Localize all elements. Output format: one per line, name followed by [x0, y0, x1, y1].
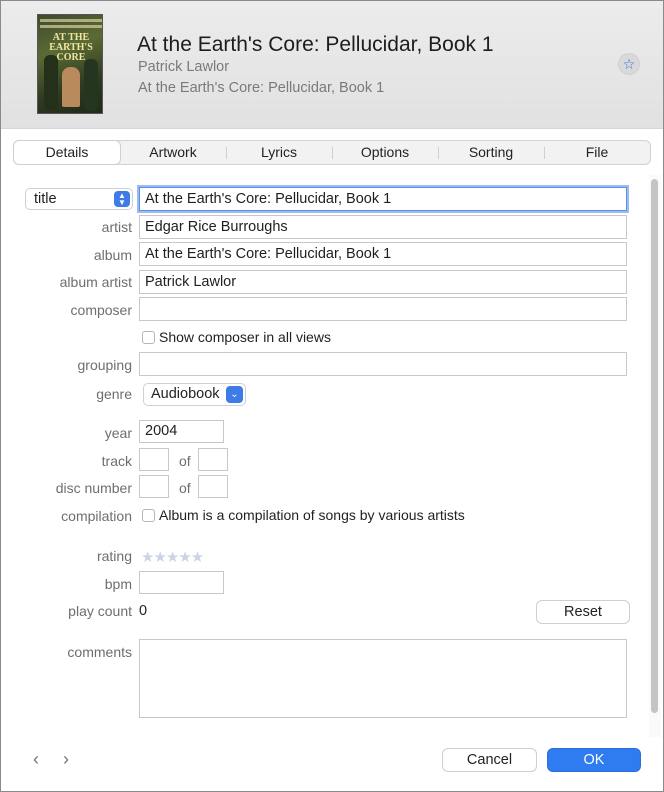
track-album: At the Earth's Core: Pellucidar, Book 1: [138, 80, 385, 96]
year-label: year: [104, 425, 132, 441]
info-header: AT THE EARTH'S CORE At the Earth's Core:…: [1, 1, 663, 129]
tab-artwork[interactable]: Artwork: [120, 141, 226, 164]
compilation-label: compilation: [61, 508, 132, 524]
album-label: album: [93, 247, 132, 263]
genre-value: Audiobook: [151, 386, 220, 402]
genre-select[interactable]: Audiobook ⌄: [143, 383, 246, 406]
tab-details[interactable]: Details: [14, 141, 120, 164]
compilation-text: Album is a compilation of songs by vario…: [159, 507, 465, 523]
track-number-field[interactable]: [139, 448, 169, 471]
field-name-select[interactable]: title ▲ ▼: [25, 188, 133, 210]
tab-sorting[interactable]: Sorting: [438, 141, 544, 164]
next-icon[interactable]: ›: [63, 749, 69, 770]
composer-field[interactable]: [139, 297, 627, 321]
title-field[interactable]: At the Earth's Core: Pellucidar, Book 1: [139, 187, 627, 211]
tab-bar: Details Artwork Lyrics Options Sorting F…: [13, 140, 651, 165]
artist-field[interactable]: Edgar Rice Burroughs: [139, 215, 627, 239]
cover-stripe: [40, 25, 102, 28]
comments-textarea[interactable]: [139, 639, 627, 718]
compilation-checkbox[interactable]: [142, 509, 155, 522]
up-down-arrows-icon: ▲ ▼: [114, 191, 130, 207]
track-count-field[interactable]: [198, 448, 228, 471]
disc-count-field[interactable]: [198, 475, 228, 498]
rating-label: rating: [96, 548, 132, 564]
disc-number-label: disc number: [55, 480, 132, 496]
track-title: At the Earth's Core: Pellucidar, Book 1: [137, 33, 494, 56]
cover-stripe: [40, 19, 102, 22]
disc-number-field[interactable]: [139, 475, 169, 498]
chevron-down-icon: ⌄: [226, 386, 243, 403]
field-name-select-value: title: [34, 191, 57, 207]
grouping-field[interactable]: [139, 352, 627, 376]
track-of-label: of: [179, 453, 191, 469]
star-icon[interactable]: ☆: [618, 53, 640, 75]
album-artwork: AT THE EARTH'S CORE: [37, 14, 103, 114]
track-label: track: [101, 453, 132, 469]
tab-options[interactable]: Options: [332, 141, 438, 164]
tab-lyrics[interactable]: Lyrics: [226, 141, 332, 164]
previous-icon[interactable]: ‹: [33, 749, 39, 770]
show-composer-label: Show composer in all views: [159, 329, 331, 345]
show-composer-checkbox[interactable]: [142, 331, 155, 344]
rating-stars[interactable]: ★★★★★: [141, 548, 204, 566]
bpm-field[interactable]: [139, 571, 224, 594]
artist-label: artist: [101, 219, 132, 235]
cancel-button[interactable]: Cancel: [442, 748, 537, 772]
get-info-window: AT THE EARTH'S CORE At the Earth's Core:…: [0, 0, 664, 792]
album-artist-field[interactable]: Patrick Lawlor: [139, 270, 627, 294]
cover-figure: [62, 67, 80, 107]
comments-label: comments: [67, 644, 132, 660]
track-artist: Patrick Lawlor: [138, 59, 230, 75]
grouping-label: grouping: [77, 357, 133, 373]
cover-tree: [84, 59, 98, 111]
disc-of-label: of: [179, 480, 191, 496]
composer-label: composer: [70, 302, 132, 318]
tab-file[interactable]: File: [544, 141, 650, 164]
bpm-label: bpm: [104, 576, 132, 592]
album-artist-label: album artist: [59, 274, 132, 290]
year-field[interactable]: 2004: [139, 420, 224, 443]
genre-label: genre: [96, 386, 132, 402]
album-field[interactable]: At the Earth's Core: Pellucidar, Book 1: [139, 242, 627, 266]
reset-button[interactable]: Reset: [536, 600, 630, 624]
scrollbar-thumb[interactable]: [651, 179, 658, 713]
ok-button[interactable]: OK: [547, 748, 641, 772]
cover-tree: [44, 55, 58, 110]
play-count-label: play count: [68, 603, 132, 619]
play-count-value: 0: [139, 603, 148, 619]
